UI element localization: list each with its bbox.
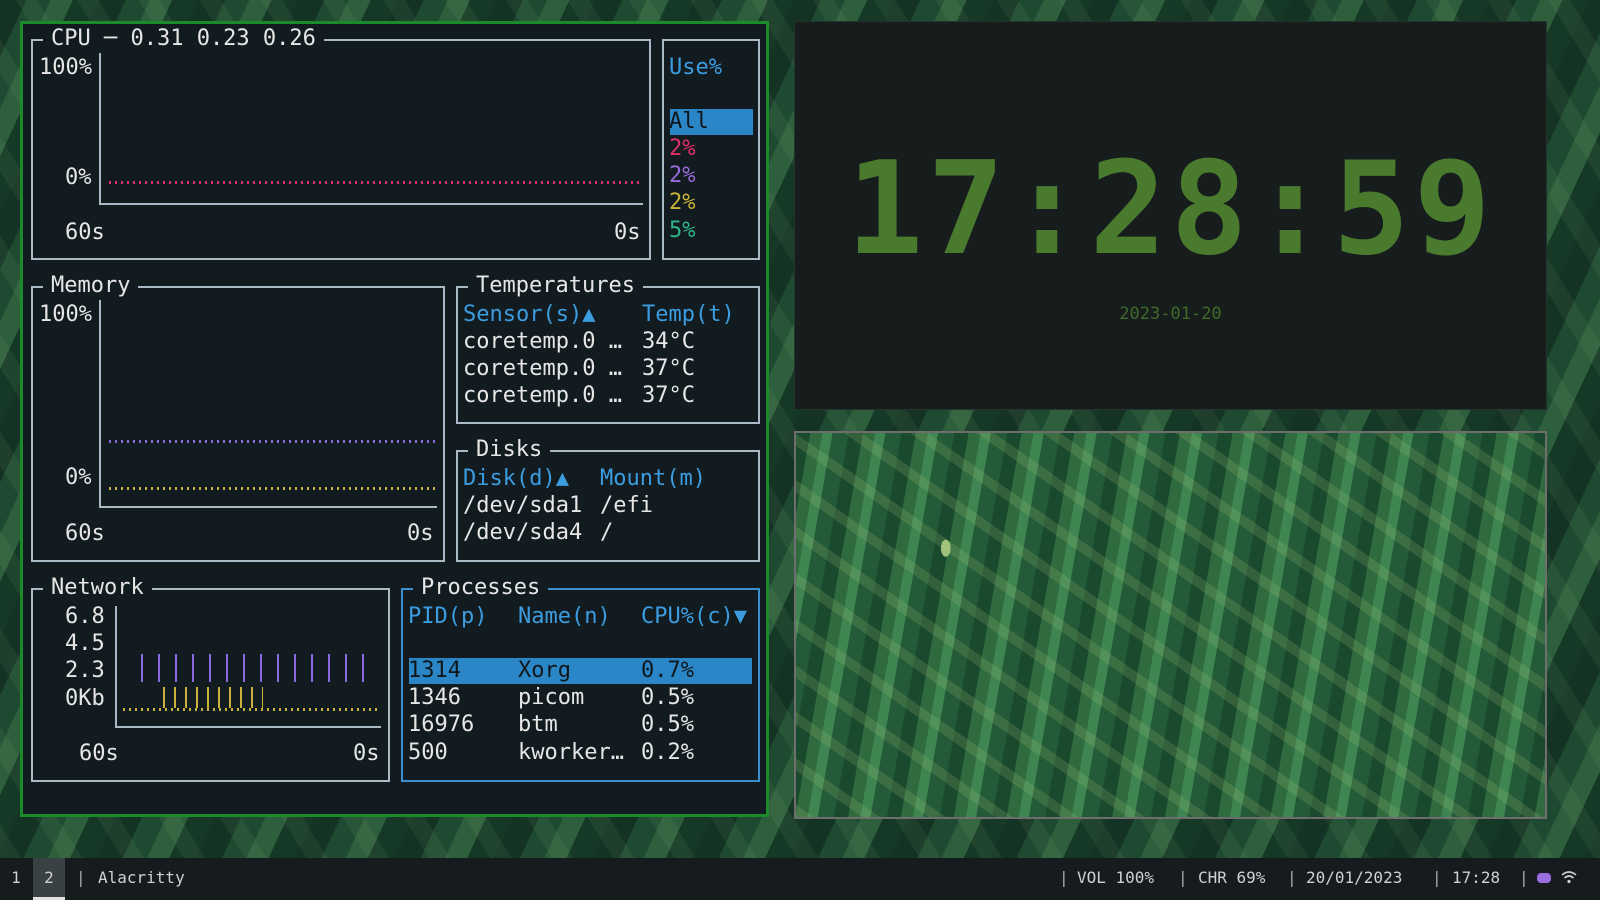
temperature-value: 37°C: [642, 383, 695, 408]
bar-time[interactable]: 17:28: [1452, 858, 1500, 898]
temperature-value: 34°C: [642, 329, 695, 354]
processes-panel[interactable]: Processes PID(p) Name(n) CPU%(c)▼ 1314 X…: [401, 574, 760, 782]
cpu-legend-header: Use%: [669, 55, 722, 80]
temperature-sensor: coretemp.0 …: [463, 329, 622, 354]
process-pid: 1346: [408, 685, 461, 710]
network-x-right: 0s: [353, 741, 380, 766]
disks-panel[interactable]: Disks Disk(d)▲ Mount(m) /dev/sda1 /efi /…: [456, 436, 760, 562]
status-bar: 1 2 | Alacritty | VOL 100% | CHR 69% | 2…: [0, 858, 1600, 900]
cpu-x-axis: [99, 203, 643, 205]
memory-y-bottom: 0%: [65, 465, 92, 490]
network-panel[interactable]: Network 6.8 4.5 2.3 0Kb 60s 0s: [31, 574, 390, 782]
bar-separator: |: [76, 868, 86, 887]
battery-indicator[interactable]: CHR 69%: [1198, 858, 1265, 898]
memory-x-axis: [99, 506, 437, 508]
cpu-plot-line: [109, 181, 641, 184]
network-rx-line: [123, 708, 379, 711]
process-cpu: 0.7%: [641, 658, 694, 683]
bar-separator: |: [1287, 868, 1297, 887]
processes-title: Processes: [413, 574, 549, 602]
process-name: Xorg: [518, 658, 571, 683]
cpu-legend-panel[interactable]: Use% All 2% 2% 2% 5%: [662, 39, 760, 260]
cpu-panel[interactable]: CPU ─ 0.31 0.23 0.26 100% 0% 60s 0s: [31, 25, 651, 260]
memory-x-right: 0s: [407, 521, 434, 546]
network-y-tick: 6.8: [65, 604, 105, 629]
temperature-sensor: coretemp.0 …: [463, 356, 622, 381]
window-title: Alacritty: [98, 868, 185, 887]
temperatures-col-temp[interactable]: Temp(t): [642, 302, 735, 328]
disk-name: /dev/sda4: [463, 520, 583, 545]
wifi-icon[interactable]: [1560, 868, 1578, 890]
network-y-tick: 4.5: [65, 631, 105, 656]
memory-title: Memory: [43, 272, 139, 300]
memory-ram-line: [109, 440, 435, 443]
disks-col-disk[interactable]: Disk(d)▲: [463, 466, 569, 492]
clock-date: 2023-01-20: [1119, 304, 1222, 324]
network-title: Network: [43, 574, 152, 602]
temperature-sensor: coretemp.0 …: [463, 383, 622, 408]
workspace-1[interactable]: 1: [0, 858, 32, 900]
memory-y-top: 100%: [39, 302, 92, 327]
cpu-title: CPU ─ 0.31 0.23 0.26: [43, 25, 324, 53]
network-y-tick: 2.3: [65, 658, 105, 683]
process-name: kworker…: [518, 740, 624, 765]
temperature-value: 37°C: [642, 356, 695, 381]
memory-swap-line: [109, 487, 435, 490]
process-cpu: 0.5%: [641, 685, 694, 710]
forest-image-window[interactable]: [794, 431, 1547, 819]
process-pid: 16976: [408, 712, 475, 737]
processes-col-cpu[interactable]: CPU%(c)▼: [641, 604, 747, 630]
network-x-left: 60s: [79, 741, 119, 766]
process-name: btm: [518, 712, 558, 737]
process-cpu: 0.2%: [641, 740, 694, 765]
memory-panel[interactable]: Memory 100% 0% 60s 0s: [31, 272, 445, 562]
cpu-legend-core-1[interactable]: 2%: [669, 136, 696, 162]
bar-separator: |: [1519, 868, 1529, 887]
bar-separator: |: [1178, 868, 1188, 887]
cpu-x-left: 60s: [65, 220, 105, 245]
disk-mount: /efi: [600, 493, 653, 518]
process-cpu: 0.5%: [641, 712, 694, 737]
disk-mount: /: [600, 520, 614, 545]
bar-separator: |: [1432, 868, 1442, 887]
network-y-axis: [115, 606, 117, 728]
cpu-legend-core-4[interactable]: 5%: [669, 218, 696, 244]
discord-icon[interactable]: [1537, 873, 1551, 883]
processes-col-name[interactable]: Name(n): [518, 604, 611, 630]
bar-date[interactable]: 20/01/2023: [1306, 858, 1402, 898]
clock-window[interactable]: 17:28:59 2023-01-20: [794, 21, 1547, 410]
network-y-tick: 0Kb: [65, 686, 105, 711]
volume-indicator[interactable]: VOL 100%: [1077, 858, 1154, 898]
terminal-window[interactable]: CPU ─ 0.31 0.23 0.26 100% 0% 60s 0s Use%…: [20, 21, 769, 817]
wifi-icon-svg: [1561, 871, 1577, 884]
network-x-axis: [115, 726, 381, 728]
process-name: picom: [518, 685, 585, 710]
memory-y-axis: [99, 300, 101, 508]
processes-col-pid[interactable]: PID(p): [408, 604, 487, 630]
bar-separator: |: [1059, 868, 1069, 887]
cpu-y-axis: [99, 53, 101, 205]
network-tx-spikes: [141, 654, 377, 682]
clock-time: 17:28:59: [846, 135, 1495, 284]
disks-col-mount[interactable]: Mount(m): [600, 466, 706, 492]
network-rx-spikes: [163, 678, 263, 708]
disk-name: /dev/sda1: [463, 493, 583, 518]
temperatures-title: Temperatures: [468, 272, 643, 300]
temperatures-panel[interactable]: Temperatures Sensor(s)▲ Temp(t) coretemp…: [456, 272, 760, 424]
process-pid: 1314: [408, 658, 461, 683]
cpu-legend-all[interactable]: All: [669, 109, 709, 135]
cpu-x-right: 0s: [614, 220, 641, 245]
cpu-legend-core-3[interactable]: 2%: [669, 190, 696, 216]
cpu-y-top: 100%: [39, 55, 92, 80]
cpu-y-bottom: 0%: [65, 165, 92, 190]
disks-title: Disks: [468, 436, 551, 464]
process-pid: 500: [408, 740, 448, 765]
cpu-legend-core-2[interactable]: 2%: [669, 163, 696, 189]
temperatures-col-sensor[interactable]: Sensor(s)▲: [463, 302, 595, 328]
memory-x-left: 60s: [65, 521, 105, 546]
workspace-2[interactable]: 2: [33, 858, 65, 900]
